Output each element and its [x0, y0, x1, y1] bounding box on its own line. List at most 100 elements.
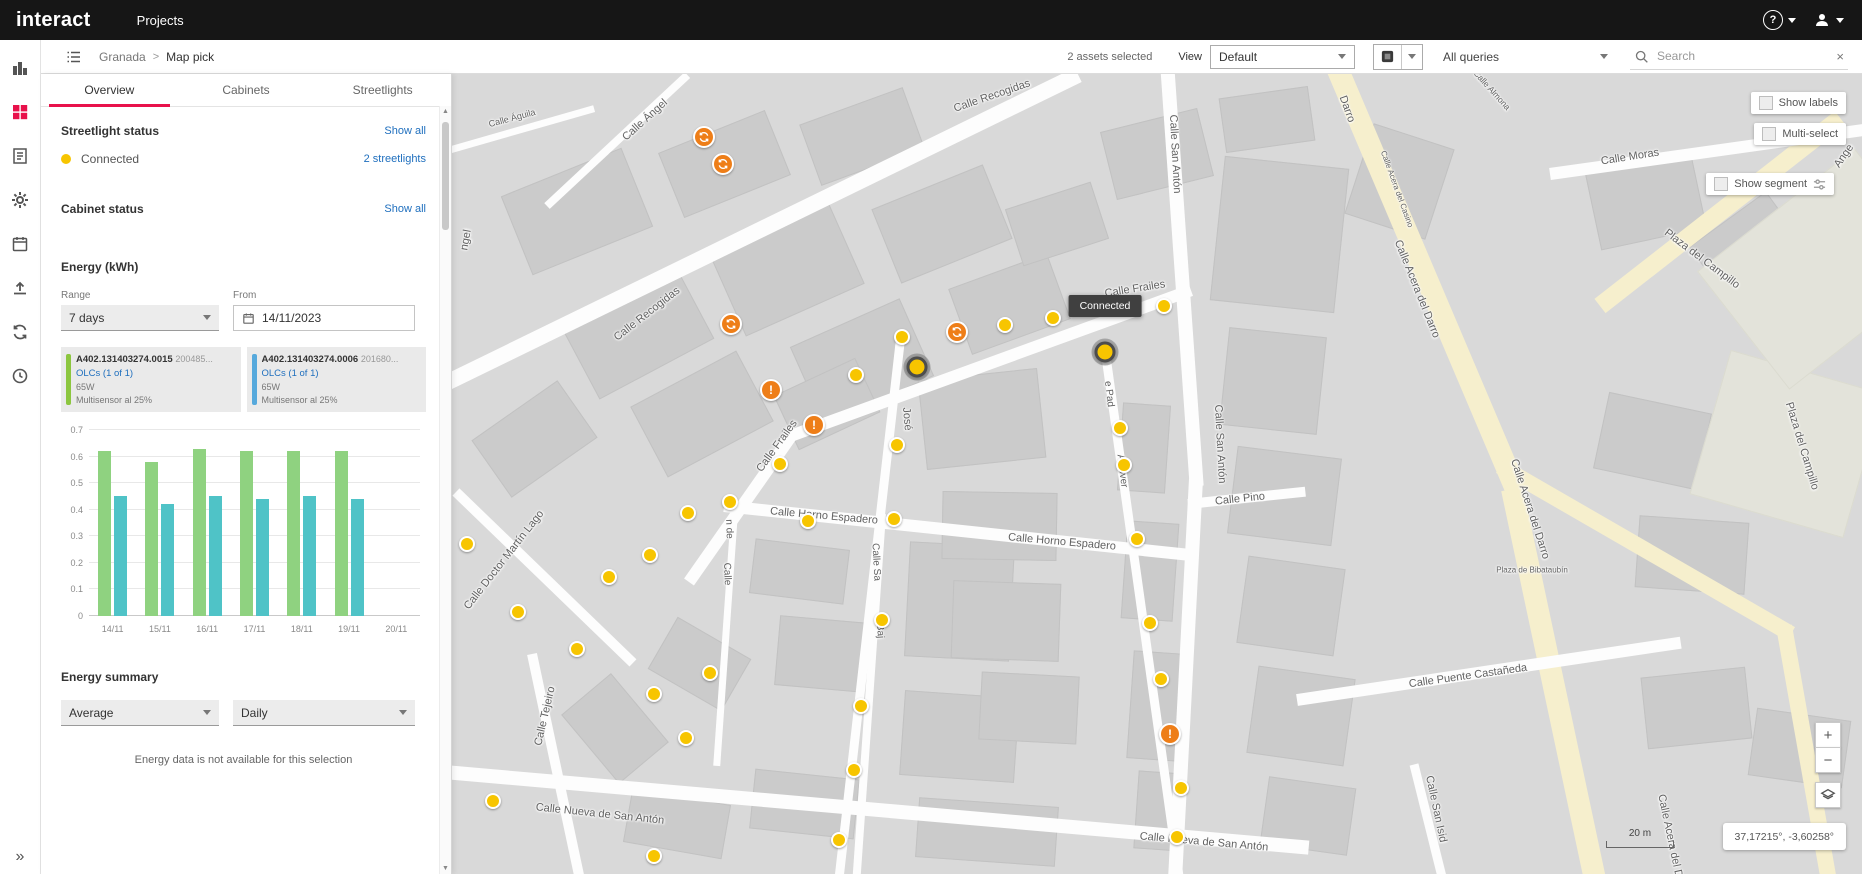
marker-connected[interactable] [1116, 457, 1132, 473]
marker-connected[interactable] [459, 536, 475, 552]
marker-connected[interactable] [886, 511, 902, 527]
nav-projects[interactable]: Projects [137, 13, 184, 28]
marker-sync[interactable] [693, 126, 715, 148]
marker-connected[interactable] [702, 665, 718, 681]
zoom-in-button[interactable]: + [1815, 722, 1841, 748]
marker-connected[interactable] [485, 793, 501, 809]
zoom-out-button[interactable]: − [1815, 747, 1841, 773]
marker-connected[interactable] [722, 494, 738, 510]
search-input[interactable] [1655, 48, 1831, 64]
close-icon[interactable]: × [1836, 49, 1844, 64]
sidebar-item-city[interactable] [0, 46, 40, 90]
marker-warning[interactable]: ! [760, 379, 782, 401]
marker-sync[interactable] [720, 313, 742, 335]
marker-connected[interactable] [889, 437, 905, 453]
marker-connected[interactable] [1045, 310, 1061, 326]
marker-connected[interactable] [831, 832, 847, 848]
summary-metric-select[interactable]: Average [61, 700, 219, 726]
sidebar-item-history[interactable] [0, 354, 40, 398]
asset-card-accent [251, 354, 257, 405]
marker-connected[interactable] [1112, 420, 1128, 436]
checkbox-icon[interactable] [1758, 96, 1773, 110]
view-toggle-button[interactable] [1373, 43, 1423, 70]
multi-select-toggle[interactable]: Multi-select [1754, 123, 1846, 145]
marker-connected[interactable] [894, 329, 910, 345]
building [950, 580, 1062, 662]
marker-sync[interactable] [712, 153, 734, 175]
marker-connected[interactable] [646, 848, 662, 864]
panel-scrollbar[interactable]: ▲ ▼ [439, 106, 451, 874]
asset-olcs-link[interactable]: OLCs (1 of 1) [76, 368, 233, 379]
chart-gridline [89, 535, 420, 537]
marker-sync[interactable] [946, 321, 968, 343]
queries-select[interactable]: All queries [1443, 50, 1608, 64]
scroll-down-icon[interactable]: ▼ [440, 865, 451, 872]
marker-connected[interactable] [569, 641, 585, 657]
marker-connected[interactable] [642, 547, 658, 563]
sidebar-item-upload[interactable] [0, 266, 40, 310]
scrollbar-thumb[interactable] [442, 122, 449, 230]
marker-selected[interactable] [906, 356, 928, 378]
view-toggle-caret[interactable] [1401, 44, 1422, 69]
sidebar-item-sync[interactable] [0, 310, 40, 354]
sidebar-item-reports[interactable] [0, 134, 40, 178]
marker-connected[interactable] [853, 698, 869, 714]
marker-connected[interactable] [601, 569, 617, 585]
sidebar-item-settings[interactable] [0, 178, 40, 222]
marker-connected[interactable] [1169, 829, 1185, 845]
marker-connected[interactable] [874, 612, 890, 628]
marker-connected[interactable] [848, 367, 864, 383]
tab-cabinets[interactable]: Cabinets [178, 74, 315, 106]
marker-connected[interactable] [680, 505, 696, 521]
chart-gridline [89, 429, 420, 430]
marker-selected[interactable] [1094, 341, 1116, 363]
list-view-icon[interactable] [65, 48, 83, 66]
marker-connected[interactable] [1153, 671, 1169, 687]
map-canvas[interactable]: Calle Recogidas Calle Recogidas Calle Frai… [452, 74, 1862, 874]
asset-power: 65W [76, 382, 95, 392]
chart-gridline [89, 455, 420, 457]
show-all-link[interactable]: Show all [384, 125, 426, 137]
help-menu[interactable]: ? [1763, 10, 1796, 30]
marker-connected[interactable] [1129, 531, 1145, 547]
marker-connected[interactable] [678, 730, 694, 746]
layers-button[interactable] [1815, 782, 1841, 808]
show-all-link[interactable]: Show all [384, 203, 426, 215]
asset-olcs-link[interactable]: OLCs (1 of 1) [262, 368, 419, 379]
chart-x-label: 14/11 [101, 624, 124, 634]
tab-overview[interactable]: Overview [41, 74, 178, 107]
asset-card[interactable]: A402.131403274.0015 200485... OLCs (1 of… [61, 347, 241, 412]
view-select[interactable]: Default [1210, 44, 1355, 69]
marker-warning[interactable]: ! [1159, 723, 1181, 745]
double-chevron-icon[interactable]: » [16, 848, 25, 866]
marker-connected[interactable] [846, 762, 862, 778]
summary-period-select[interactable]: Daily [233, 700, 415, 726]
asset-card[interactable]: A402.131403274.0006 201680... OLCs (1 of… [246, 347, 426, 412]
show-labels-toggle[interactable]: Show labels [1750, 92, 1846, 114]
marker-connected[interactable] [997, 317, 1013, 333]
marker-connected[interactable] [510, 604, 526, 620]
from-date-input[interactable]: 14/11/2023 [233, 305, 415, 331]
tab-streetlights[interactable]: Streetlights [314, 74, 451, 106]
street-label: Calle [721, 562, 733, 586]
breadcrumb-project[interactable]: Granada [99, 50, 146, 64]
marker-connected[interactable] [772, 456, 788, 472]
checkbox-icon[interactable] [1714, 177, 1729, 191]
range-select[interactable]: 7 days [61, 305, 219, 331]
marker-warning[interactable]: ! [803, 414, 825, 436]
streetlights-count-link[interactable]: 2 streetlights [364, 153, 426, 165]
user-menu[interactable] [1813, 11, 1844, 29]
marker-connected[interactable] [1156, 298, 1172, 314]
sidebar-item-map-pick[interactable] [0, 90, 40, 134]
checkbox-icon[interactable] [1762, 127, 1777, 141]
building [1004, 181, 1110, 267]
interact-logo: interact [16, 8, 91, 31]
marker-connected[interactable] [800, 513, 816, 529]
show-segment-toggle[interactable]: Show segment [1706, 173, 1834, 195]
sidebar-item-calendar[interactable] [0, 222, 40, 266]
marker-connected[interactable] [646, 686, 662, 702]
scroll-up-icon[interactable]: ▲ [440, 108, 451, 115]
marker-connected[interactable] [1142, 615, 1158, 631]
marker-connected[interactable] [1173, 780, 1189, 796]
map-pick-icon [11, 103, 29, 121]
